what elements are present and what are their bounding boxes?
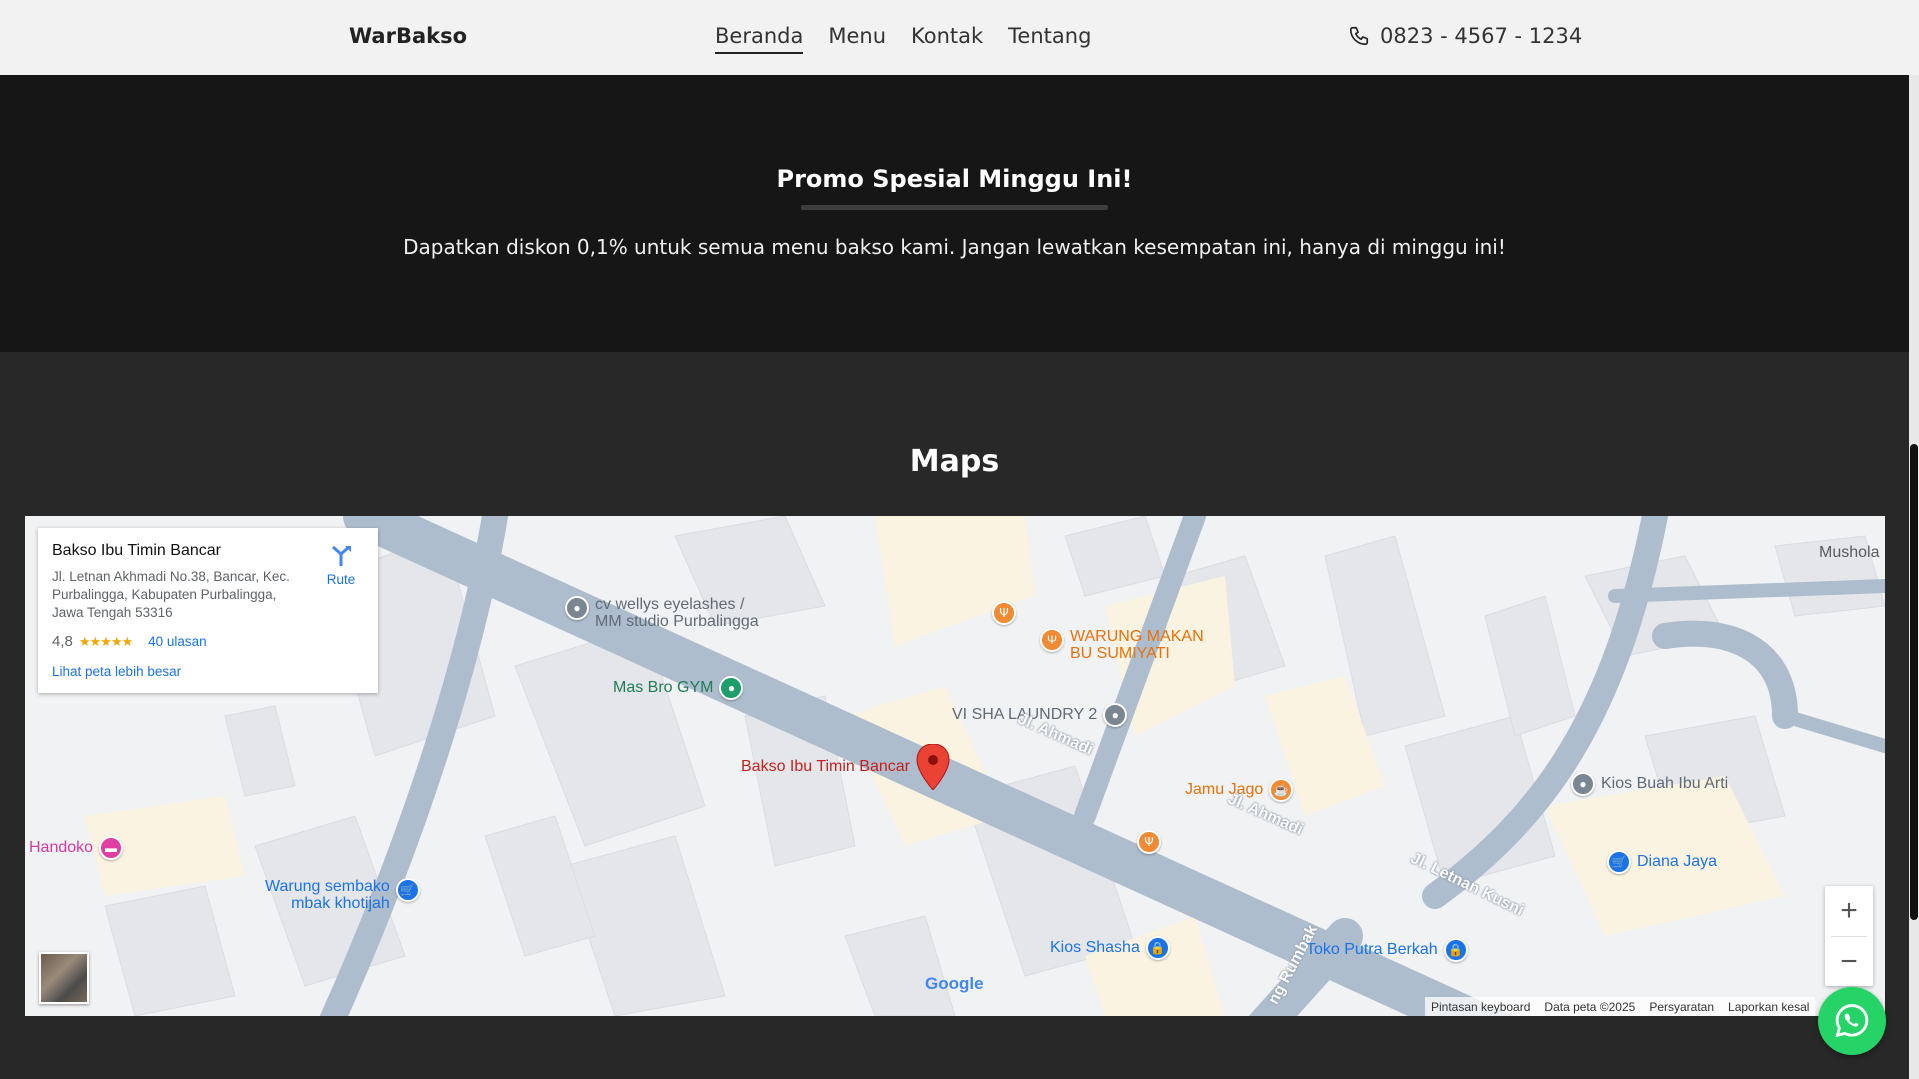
shopping-bag-icon: 🔒 (1443, 938, 1468, 962)
poi-mushola[interactable]: Mushola (1819, 544, 1879, 562)
navbar: WarBakso Beranda Menu Kontak Tentang 082… (0, 0, 1919, 75)
phone-contact[interactable]: 0823 - 4567 - 1234 (1348, 24, 1582, 48)
place-marker-icon: ● (1571, 772, 1595, 796)
nav-link-kontak[interactable]: Kontak (911, 24, 983, 54)
poi-warung-makan[interactable]: Ψ WARUNG MAKAN BU SUMIYATI (1040, 628, 1204, 662)
poi-kios-shasha-label: Kios Shasha (1050, 939, 1140, 956)
reviews-link[interactable]: 40 ulasan (148, 634, 207, 649)
cafe-marker-icon: ☕ (1269, 778, 1294, 802)
poi-warung-sembako-label-2: mbak khotijah (291, 895, 390, 912)
poi-warung-sembako[interactable]: Warung sembako mbak khotijah 🛒 (265, 878, 420, 912)
poi-bakso-ibu-timin[interactable]: Bakso Ibu Timin Bancar (741, 744, 950, 790)
nav-link-beranda[interactable]: Beranda (715, 24, 804, 54)
poi-mas-bro-gym-label: Mas Bro GYM (613, 679, 714, 696)
place-marker-icon: ● (1103, 703, 1128, 727)
maps-title: Maps (909, 444, 1000, 479)
google-map-embed[interactable]: Bakso Ibu Timin Bancar Jl. Letnan Akhmad… (25, 516, 1885, 1016)
promo-text: Dapatkan diskon 0,1% untuk semua menu ba… (403, 235, 1506, 259)
gym-marker-icon: ● (719, 676, 744, 700)
terms-link[interactable]: Persyaratan (1649, 1000, 1714, 1014)
place-name: Bakso Ibu Timin Bancar (52, 542, 221, 559)
poi-toko-putra-label: Toko Putra Berkah (1306, 941, 1438, 958)
poi-kios-buah-label: Kios Buah Ibu Arti (1601, 775, 1729, 792)
poi-jamu-jago-label: Jamu Jago (1185, 781, 1264, 798)
poi-diana-jaya[interactable]: 🛒 Diana Jaya (1607, 850, 1717, 874)
brand-logo[interactable]: WarBakso (349, 24, 467, 48)
place-marker-icon: ● (565, 596, 589, 620)
report-error-link[interactable]: Laporkan kesal (1728, 1000, 1809, 1014)
rating-stars: ★★★★★ (78, 633, 133, 649)
rating-value: 4,8 (52, 633, 73, 650)
poi-mas-bro-gym[interactable]: Mas Bro GYM ● (613, 676, 744, 700)
place-address: Jl. Letnan Akhmadi No.38, Bancar, Kec. P… (52, 569, 290, 620)
shopping-cart-icon: 🛒 (1607, 850, 1631, 874)
nav-link-menu[interactable]: Menu (828, 24, 886, 54)
poi-cv-wellys-label-1: cv wellys eyelashes / (595, 596, 745, 613)
poi-mushola-label: Mushola (1819, 544, 1880, 561)
poi-diana-jaya-label: Diana Jaya (1637, 853, 1718, 870)
google-logo: Google (925, 974, 984, 994)
shopping-cart-icon: 🛒 (395, 878, 420, 902)
poi-toko-putra[interactable]: Toko Putra Berkah 🔒 (1306, 938, 1468, 962)
phone-icon (1349, 26, 1369, 46)
restaurant-marker-icon[interactable]: Ψ (992, 601, 1016, 625)
nav-link-tentang[interactable]: Tentang (1008, 24, 1091, 54)
poi-warung-sembako-label-1: Warung sembako (265, 878, 390, 895)
route-label: Rute (326, 572, 356, 587)
poi-handoko-label: Handoko (29, 839, 94, 856)
view-larger-map-link[interactable]: Lihat peta lebih besar (52, 664, 181, 679)
zoom-in-button[interactable]: + (1825, 886, 1873, 936)
restaurant-marker-icon[interactable]: Ψ (1137, 830, 1161, 854)
zoom-control: + − (1825, 886, 1873, 986)
poi-warung-makan-label-2: BU SUMIYATI (1070, 645, 1170, 662)
poi-cv-wellys-label-2: MM studio Purbalingga (595, 613, 759, 630)
place-rating: 4,8 ★★★★★ 40 ulasan (52, 633, 207, 650)
shopping-bag-icon: 🔒 (1145, 936, 1170, 960)
directions-icon (332, 545, 351, 566)
poi-kios-buah[interactable]: ● Kios Buah Ibu Arti (1571, 772, 1728, 796)
promo-title: Promo Spesial Minggu Ini! (776, 165, 1133, 193)
zoom-out-button[interactable]: − (1825, 937, 1873, 987)
phone-number: 0823 - 4567 - 1234 (1380, 24, 1583, 48)
satellite-toggle-thumbnail[interactable] (39, 952, 89, 1004)
route-button[interactable]: Rute (321, 544, 361, 587)
poi-warung-makan-label-1: WARUNG MAKAN (1070, 628, 1204, 645)
whatsapp-button[interactable] (1818, 987, 1886, 1055)
poi-kios-shasha[interactable]: Kios Shasha 🔒 (1050, 936, 1170, 960)
nav-links: Beranda Menu Kontak Tentang (715, 24, 1091, 54)
poi-cv-wellys[interactable]: ● cv wellys eyelashes / MM studio Purbal… (565, 596, 759, 630)
poi-handoko[interactable]: Handoko ▬ (29, 836, 124, 860)
map-data-text: Data peta ©2025 (1544, 999, 1636, 1014)
map-attribution-bar: Pintasan keyboard Data peta ©2025 Persya… (1425, 997, 1816, 1016)
promo-title-underline (801, 205, 1108, 210)
restaurant-marker-icon: Ψ (1040, 628, 1064, 652)
google-logo-text: Google (925, 974, 984, 993)
location-pin-icon (916, 744, 950, 790)
poi-bakso-label: Bakso Ibu Timin Bancar (741, 758, 910, 775)
keyboard-shortcuts-link[interactable]: Pintasan keyboard (1431, 1000, 1530, 1014)
whatsapp-icon (1835, 1004, 1869, 1038)
place-info-card: Bakso Ibu Timin Bancar Jl. Letnan Akhmad… (38, 528, 378, 693)
hotel-marker-icon: ▬ (99, 836, 124, 860)
scrollbar-thumb[interactable] (1910, 444, 1918, 920)
promo-section: Promo Spesial Minggu Ini! Dapatkan disko… (0, 75, 1909, 352)
